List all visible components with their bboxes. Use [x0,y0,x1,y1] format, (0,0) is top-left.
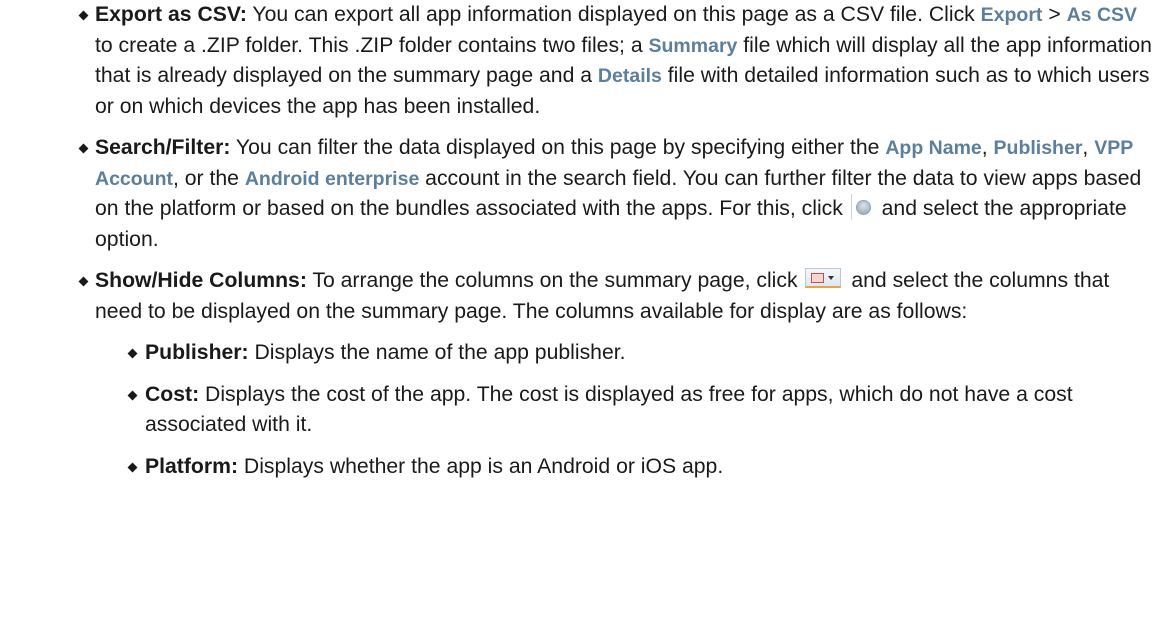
item-term: Search/Filter: [95,136,231,159]
item-text: , [981,136,994,159]
item-text: You can export all app information displ… [246,3,981,26]
sublist-item-cost: Cost: Displays the cost of the app. The … [127,380,1156,441]
sublist-item-publisher: Publisher: Displays the name of the app … [127,338,1156,369]
column-options-list: Export as CSV: You can export all app in… [0,0,1176,493]
item-text: Displays whether the app is an Android o… [238,454,724,478]
ui-label-android-enterprise: Android enterprise [244,167,420,190]
list-item-export-csv: Export as CSV: You can export all app in… [0,0,1176,122]
diamond-bullet-icon [78,143,89,154]
item-text: Displays the cost of the app. The cost i… [145,382,1073,437]
ui-label-details: Details [597,65,662,87]
item-text: To arrange the columns on the summary pa… [306,269,804,292]
item-term: Export as CSV: [95,3,247,26]
diamond-bullet-icon [127,348,138,359]
list-item-search-filter: Search/Filter: You can filter the data d… [0,133,1176,255]
ui-label-app-name: App Name [885,137,982,159]
item-term: Show/Hide Columns: [95,269,307,292]
ui-label-as-csv: As CSV [1066,4,1138,26]
item-term: Platform: [145,454,238,478]
diamond-bullet-icon [127,462,138,472]
ui-label-export: Export [980,4,1043,26]
columns-sublist: Publisher: Displays the name of the app … [0,338,1156,482]
item-text: , or the [173,166,245,190]
item-term: Publisher: [145,341,249,364]
document-page: Export as CSV: You can export all app in… [0,0,1176,619]
filter-icon [850,194,872,221]
item-text: to create a .ZIP folder. This .ZIP folde… [95,33,649,57]
item-text: Displays the name of the app publisher. [248,341,626,364]
diamond-bullet-icon [127,390,138,400]
item-text: , [1082,136,1095,159]
list-item-show-hide-columns: Show/Hide Columns: To arrange the column… [0,266,1176,482]
ui-label-publisher: Publisher [993,137,1083,159]
diamond-bullet-icon [78,276,89,287]
item-text: You can filter the data displayed on thi… [230,136,886,159]
item-text: > [1042,3,1067,26]
columns-icon [805,268,842,289]
sublist-item-platform: Platform: Displays whether the app is an… [127,452,1156,483]
ui-label-summary: Summary [648,34,738,57]
item-term: Cost: [145,382,200,406]
diamond-bullet-icon [78,10,89,21]
